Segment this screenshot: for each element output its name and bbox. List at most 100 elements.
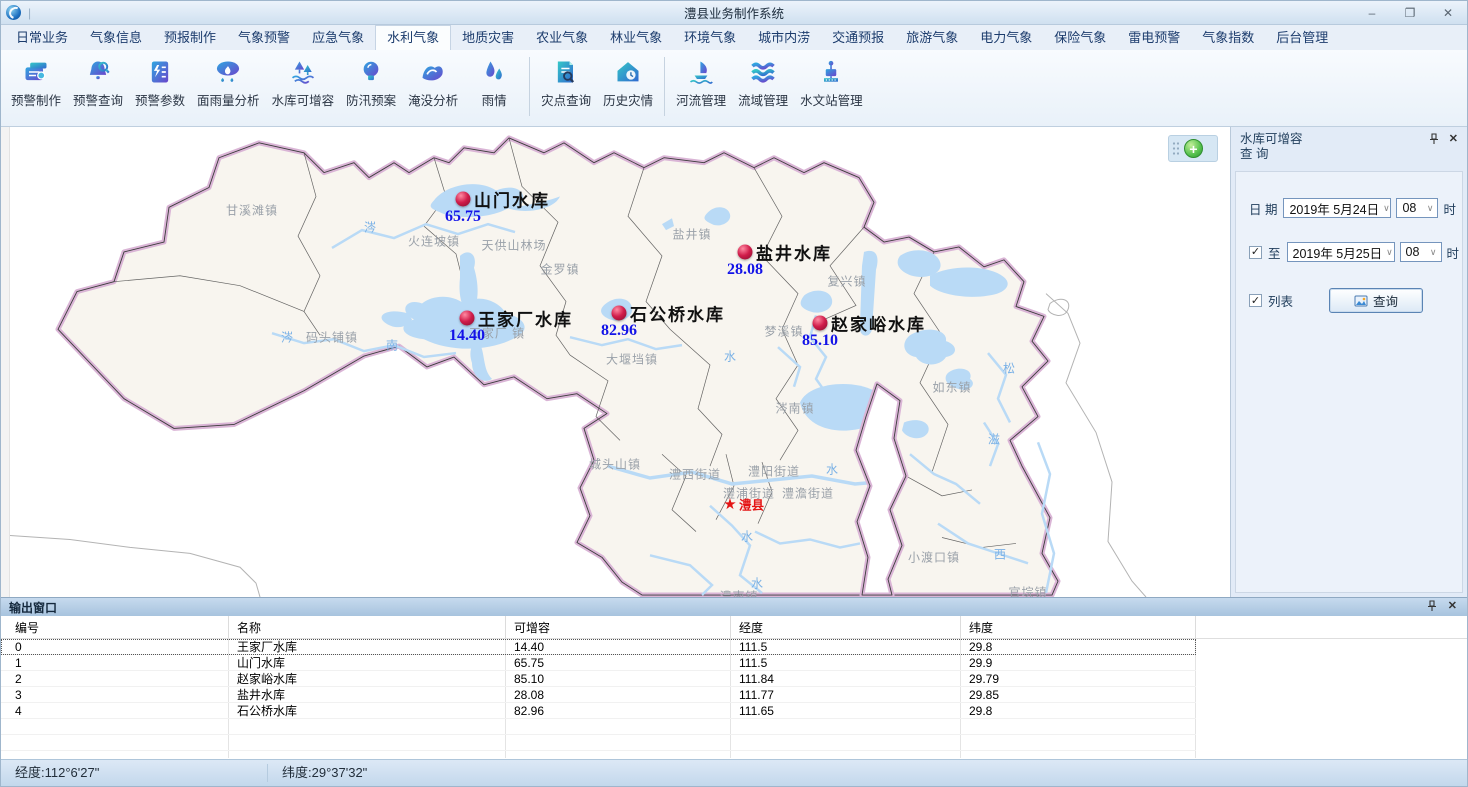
warning-query-button[interactable]: 预警查询: [67, 57, 129, 110]
county-star-icon: ★: [723, 495, 736, 513]
column-header[interactable]: 名称: [229, 616, 506, 638]
table-cell: [731, 735, 961, 750]
table-row[interactable]: 0王家厂水库14.40111.529.8: [1, 639, 1196, 655]
table-row[interactable]: 3盐井水库28.08111.7729.85: [1, 687, 1196, 703]
reservoir-marker[interactable]: [460, 311, 475, 326]
status-latitude: 纬度:29°37'32": [268, 764, 367, 782]
county-map[interactable]: 甘溪滩镇火连坡镇天供山林场金罗镇码头铺镇王家厂 镇盐井镇复兴镇梦溪镇大堰垱镇涔南…: [10, 127, 1230, 597]
menu-item-5[interactable]: 应急气象: [301, 25, 375, 50]
column-header[interactable]: 编号: [1, 616, 229, 638]
river-label: 滋: [988, 431, 1000, 448]
menu-item-2[interactable]: 气象信息: [79, 25, 153, 50]
table-row[interactable]: 1山门水库65.75111.529.9: [1, 655, 1196, 671]
output-close-icon[interactable]: ✕: [1448, 600, 1457, 612]
reservoir-capacity-icon: [289, 58, 317, 86]
hour-from-select[interactable]: 08 ∨: [1396, 198, 1438, 218]
column-header[interactable]: 可增容: [506, 616, 731, 638]
menu-item-9[interactable]: 林业气象: [599, 25, 673, 50]
table-cell: 0: [1, 639, 229, 654]
menu-item-8[interactable]: 农业气象: [525, 25, 599, 50]
river-label: 涔: [281, 329, 293, 346]
toolbar-label: 预警查询: [73, 90, 123, 109]
hour-suffix: 时: [1443, 199, 1456, 218]
table-cell: 29.79: [961, 671, 1196, 686]
menu-item-1[interactable]: 日常业务: [5, 25, 79, 50]
pin-icon[interactable]: [1429, 133, 1439, 145]
reservoir-value: 28.08: [727, 261, 763, 279]
rain-info-button[interactable]: 雨情: [464, 57, 524, 110]
reservoir-value: 82.96: [601, 322, 637, 340]
town-label: 澧澹街道: [782, 485, 834, 502]
reservoir-name: 山门水库: [474, 187, 550, 212]
warning-params-button[interactable]: 预警参数: [129, 57, 191, 110]
menu-item-11[interactable]: 城市内涝: [747, 25, 821, 50]
town-label: 梦溪镇: [764, 323, 803, 340]
warning-make-button[interactable]: 预警制作: [5, 57, 67, 110]
list-checkbox[interactable]: ✓: [1249, 294, 1262, 307]
menu-item-4[interactable]: 气象预警: [227, 25, 301, 50]
table-cell: 赵家峪水库: [229, 671, 506, 686]
chevron-down-icon: ∨: [1423, 203, 1438, 214]
menu-item-13[interactable]: 旅游气象: [895, 25, 969, 50]
reservoir-marker[interactable]: [738, 245, 753, 260]
menu-item-7[interactable]: 地质灾害: [451, 25, 525, 50]
table-cell: 111.65: [731, 703, 961, 718]
to-checkbox[interactable]: ✓: [1249, 246, 1262, 259]
minimize-button[interactable]: –: [1353, 2, 1391, 24]
toolbar-label: 水文站管理: [800, 90, 863, 109]
flood-plan-button[interactable]: 防汛预案: [340, 57, 402, 110]
basin-manage-button[interactable]: 流域管理: [732, 57, 794, 110]
panel-close-icon[interactable]: ✕: [1449, 133, 1458, 145]
menu-item-6[interactable]: 水利气象: [375, 25, 451, 50]
menu-item-12[interactable]: 交通预报: [821, 25, 895, 50]
table-row-empty: [1, 719, 1196, 735]
menu-item-18[interactable]: 后台管理: [1265, 25, 1339, 50]
area-rainfall-button[interactable]: 面雨量分析: [191, 57, 266, 110]
toolbar-label: 河流管理: [676, 90, 726, 109]
pin-icon[interactable]: [1427, 600, 1437, 612]
table-cell: 65.75: [506, 655, 731, 670]
inundation-button[interactable]: 淹没分析: [402, 57, 464, 110]
table-cell: 111.5: [731, 639, 961, 654]
table-cell: [961, 735, 1196, 750]
town-label: 官垸镇: [1008, 584, 1047, 598]
toolbar-label: 流域管理: [738, 90, 788, 109]
reservoir-marker[interactable]: [456, 192, 471, 207]
column-header[interactable]: 经度: [731, 616, 961, 638]
maximize-button[interactable]: ❐: [1391, 2, 1429, 24]
toolbar-label: 水库可增容: [272, 90, 335, 109]
chevron-down-icon: ∨: [1426, 247, 1441, 258]
history-disaster-button[interactable]: 历史灾情: [597, 57, 659, 110]
query-button[interactable]: 查询: [1329, 288, 1423, 313]
warning-params-icon: [146, 58, 174, 86]
drag-grip-icon[interactable]: [1172, 141, 1179, 156]
menu-item-15[interactable]: 保险气象: [1043, 25, 1117, 50]
title-bar: | 澧县业务制作系统 – ❐ ✕: [1, 1, 1467, 25]
menu-item-10[interactable]: 环境气象: [673, 25, 747, 50]
table-row[interactable]: 2赵家峪水库85.10111.8429.79: [1, 671, 1196, 687]
date-from-select[interactable]: 2019年 5月24日 ∨: [1283, 198, 1391, 218]
river-label: 水: [826, 461, 838, 478]
town-label: 澧西街道: [669, 466, 721, 483]
reservoir-marker[interactable]: [612, 306, 627, 321]
menu-item-17[interactable]: 气象指数: [1191, 25, 1265, 50]
table-row-empty: [1, 735, 1196, 751]
close-button[interactable]: ✕: [1429, 2, 1467, 24]
zoom-in-button[interactable]: +: [1184, 139, 1203, 158]
town-label: 如东镇: [932, 379, 971, 396]
reservoir-capacity-button[interactable]: 水库可增容: [266, 57, 341, 110]
river-manage-icon: [687, 58, 715, 86]
disaster-query-button[interactable]: 灾点查询: [535, 57, 597, 110]
warning-query-icon: [84, 58, 112, 86]
hour-to-select[interactable]: 08 ∨: [1400, 242, 1442, 262]
hydro-station-button[interactable]: 水文站管理: [794, 57, 869, 110]
column-header[interactable]: 纬度: [961, 616, 1196, 638]
table-cell: 山门水库: [229, 655, 506, 670]
table-row[interactable]: 4石公桥水库82.96111.6529.8: [1, 703, 1196, 719]
menu-item-14[interactable]: 电力气象: [969, 25, 1043, 50]
menu-item-3[interactable]: 预报制作: [153, 25, 227, 50]
menu-item-16[interactable]: 雷电预警: [1117, 25, 1191, 50]
date-to-select[interactable]: 2019年 5月25日 ∨: [1287, 242, 1395, 262]
river-manage-button[interactable]: 河流管理: [670, 57, 732, 110]
reservoir-marker[interactable]: [813, 316, 828, 331]
